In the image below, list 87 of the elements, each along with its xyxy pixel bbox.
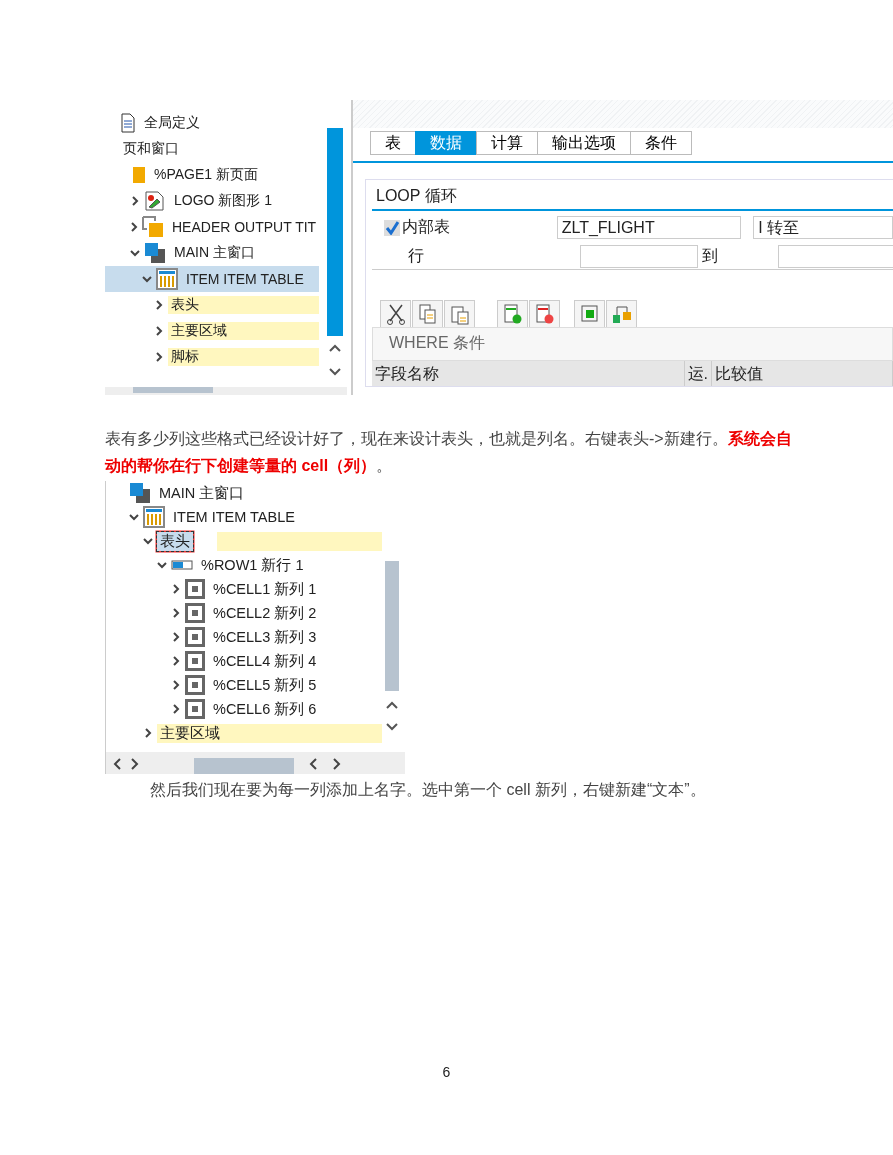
tree-item-label[interactable]: 表头: [168, 296, 202, 314]
paragraph: 表有多少列这些格式已经设计好了，现在来设计表头，也就是列名。右键表头->新建行。系统会自动的帮你在行下创建等量的 cell（列）。: [105, 429, 793, 476]
tree-item-label[interactable]: %CELL3 新列 3: [210, 627, 320, 647]
tab[interactable]: 计算: [476, 131, 538, 155]
window-icon: [144, 242, 166, 264]
chevron-right-icon[interactable]: [154, 325, 164, 337]
tree-item-label[interactable]: 脚标: [168, 348, 202, 366]
chevron-right-icon[interactable]: [171, 607, 181, 619]
chevron-right-icon[interactable]: [171, 679, 181, 691]
scroll-right-icon[interactable]: [128, 757, 140, 771]
tree-item-label[interactable]: %CELL5 新列 5: [210, 675, 320, 695]
window-icon: [142, 216, 164, 238]
tree-item-label[interactable]: MAIN 主窗口: [171, 244, 258, 262]
cell-icon: [185, 651, 205, 671]
tree-item-label[interactable]: %CELL4 新列 4: [210, 651, 320, 671]
tree-item-label[interactable]: %PAGE1 新页面: [151, 166, 261, 184]
tree-item-label[interactable]: %CELL6 新列 6: [210, 699, 320, 719]
table-icon: [143, 506, 165, 528]
chevron-right-icon[interactable]: [171, 655, 181, 667]
scroll-right-icon[interactable]: [330, 757, 342, 771]
chevron-right-icon[interactable]: [171, 703, 181, 715]
tree-item-label[interactable]: 主要区域: [168, 322, 230, 340]
page-number: 6: [441, 1064, 452, 1080]
field-label: 行: [408, 246, 425, 266]
window-icon: [129, 482, 151, 504]
delete-row-icon[interactable]: [534, 303, 555, 325]
chevron-right-icon[interactable]: [143, 727, 153, 739]
column-header: 比较值: [712, 361, 893, 386]
tab[interactable]: 输出选项: [537, 131, 631, 155]
tree-item-label[interactable]: 页和窗口: [120, 140, 182, 158]
chevron-right-icon[interactable]: [171, 583, 181, 595]
row-icon: [171, 560, 193, 570]
tree-item-label[interactable]: 全局定义: [141, 114, 203, 132]
paragraph: 然后我们现在要为每一列添加上名字。选中第一个 cell 新列，右键新建“文本”。: [150, 780, 707, 800]
chevron-down-icon[interactable]: [129, 248, 141, 258]
chevron-down-icon[interactable]: [156, 560, 168, 570]
tree-item-label[interactable]: LOGO 新图形 1: [171, 192, 276, 210]
image-file-icon: [144, 190, 166, 212]
scrollbar-thumb[interactable]: [194, 758, 294, 774]
input-field[interactable]: I 转至: [753, 216, 893, 239]
tree-item-label[interactable]: HEADER OUTPUT TIT: [169, 219, 320, 235]
tree-item-label[interactable]: %CELL1 新列 1: [210, 579, 320, 599]
cell-icon: [185, 579, 205, 599]
paste-icon[interactable]: [449, 303, 470, 325]
cell-icon: [185, 675, 205, 695]
chevron-right-icon[interactable]: [171, 631, 181, 643]
scroll-left-icon[interactable]: [112, 757, 124, 771]
tab[interactable]: 表: [370, 131, 416, 155]
chevron-down-icon[interactable]: [141, 274, 153, 284]
field-label: 内部表: [402, 217, 450, 237]
chevron-down-icon[interactable]: [142, 536, 154, 546]
cell-icon: [185, 699, 205, 719]
scrollbar-thumb[interactable]: [133, 387, 213, 393]
table-icon: [156, 268, 178, 290]
section-title: LOOP 循环: [372, 182, 893, 211]
scrollbar-thumb[interactable]: [385, 561, 399, 691]
copy-icon[interactable]: [417, 303, 438, 325]
column-header: 运.: [684, 361, 713, 386]
field-label: 到: [701, 246, 719, 266]
chevron-right-icon[interactable]: [154, 299, 164, 311]
tree-item-label[interactable]: 表头: [157, 531, 193, 551]
chevron-right-icon[interactable]: [130, 195, 140, 207]
document-icon: [120, 113, 136, 133]
input-field[interactable]: [580, 245, 698, 268]
cell-icon: [185, 603, 205, 623]
checkbox[interactable]: [384, 219, 400, 236]
tab[interactable]: 条件: [630, 131, 692, 155]
input-field[interactable]: [778, 245, 893, 268]
select-icon[interactable]: [579, 303, 600, 325]
tree-item-label[interactable]: 主要区域: [157, 723, 223, 743]
chevron-right-icon[interactable]: [129, 221, 139, 233]
cell-icon: [185, 627, 205, 647]
scroll-left-icon[interactable]: [308, 757, 320, 771]
insert-row-icon[interactable]: [502, 303, 523, 325]
panel-title: WHERE 条件: [372, 327, 893, 361]
hierarchy-icon[interactable]: [611, 303, 632, 325]
scrollbar-thumb[interactable]: [327, 128, 343, 336]
column-header: 字段名称: [372, 361, 685, 386]
chevron-down-icon[interactable]: [128, 512, 140, 522]
tree-item-label[interactable]: ITEM ITEM TABLE: [170, 509, 298, 525]
cut-icon[interactable]: [385, 303, 406, 325]
tree-item-label[interactable]: %CELL2 新列 2: [210, 603, 320, 623]
tree-item-label[interactable]: %ROW1 新行 1: [198, 555, 307, 575]
tree-item-label[interactable]: MAIN 主窗口: [156, 483, 248, 503]
chevron-right-icon[interactable]: [154, 351, 164, 363]
input-field[interactable]: ZLT_FLIGHT: [556, 216, 742, 239]
page-icon: [132, 166, 146, 184]
